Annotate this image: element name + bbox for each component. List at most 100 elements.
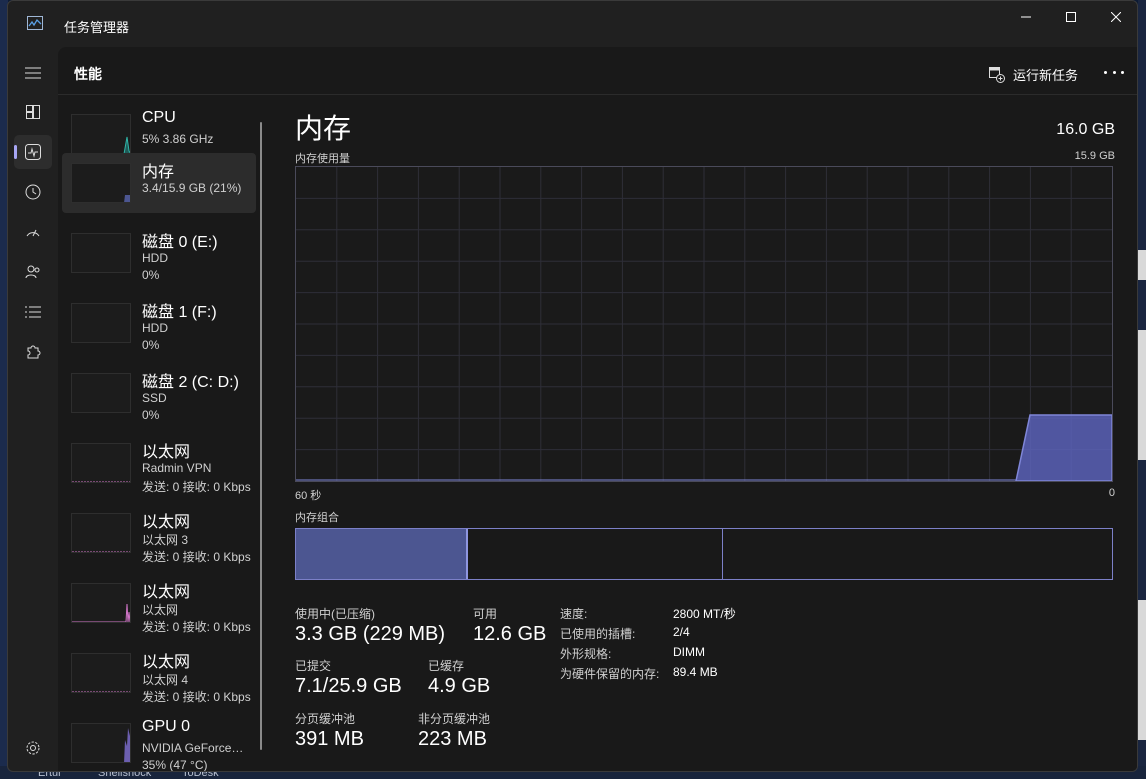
nav-details[interactable] [14, 295, 52, 329]
device-thumb-svg [72, 374, 131, 413]
maximize-icon [1066, 12, 1076, 22]
more-options-button[interactable] [1104, 65, 1124, 79]
device-thumb-graph [71, 583, 131, 623]
page-title: 性能 [74, 66, 102, 82]
settings-gear-icon [26, 741, 40, 755]
nav-app-history[interactable] [14, 175, 52, 209]
run-task-icon [989, 66, 1005, 83]
page-header: 性能 运行新任务 [58, 47, 1137, 95]
more-icon [1104, 70, 1107, 74]
nonpaged-pool-value: 223 MB [418, 728, 487, 750]
in-use-value: 3.3 GB (229 MB) [295, 623, 446, 645]
device-detail: HDD [142, 321, 168, 335]
device-item-ethernet-radmin[interactable]: 以太网 Radmin VPN 发送: 0 接收: 0 Kbps [62, 433, 256, 494]
device-item-memory[interactable]: 内存 3.4/15.9 GB (21%) [62, 153, 256, 213]
task-manager-window: 任务管理器 性能 运行新任务 CPU 5% 3.86 GHz 内存 3.4/15… [7, 0, 1138, 772]
device-name: 内存 [142, 164, 175, 181]
paged-pool-label: 分页缓冲池 [295, 712, 356, 726]
nav-startup-apps[interactable] [14, 215, 52, 249]
close-button[interactable] [1093, 1, 1137, 33]
device-thumb-graph [71, 723, 131, 763]
title-bar[interactable]: 任务管理器 [8, 1, 1137, 47]
device-detail: 以太网 [142, 603, 179, 617]
memory-detail-panel: 内存 16.0 GB 内存使用量 15.9 GB 60 秒 0 内存组合 使用中… [295, 107, 1115, 767]
memory-usage-graph [295, 166, 1113, 482]
task-manager-app-icon [27, 16, 43, 30]
users-icon [25, 265, 40, 279]
spec-reserved-key: 为硬件保留的内存: [560, 667, 660, 681]
device-detail-2: 发送: 0 接收: 0 Kbps [142, 550, 251, 564]
services-puzzle-icon [27, 345, 41, 359]
spec-form-factor-key: 外形规格: [560, 647, 612, 661]
device-thumb-svg [124, 728, 130, 762]
spec-speed-key: 速度: [560, 607, 588, 621]
device-detail-2: 0% [142, 268, 160, 282]
device-list-scrollbar[interactable] [260, 122, 262, 750]
device-thumb-svg [124, 195, 130, 202]
maximize-button[interactable] [1048, 1, 1094, 33]
minimize-icon [1021, 16, 1031, 18]
spec-speed-value: 2800 MT/秒 [673, 607, 736, 621]
run-new-task-button[interactable]: 运行新任务 [989, 65, 1078, 84]
device-item-ethernet-3[interactable]: 以太网 以太网 3 发送: 0 接收: 0 Kbps [62, 503, 256, 564]
device-thumb-svg [72, 551, 130, 552]
device-detail: Radmin VPN [142, 461, 212, 475]
device-item-ethernet[interactable]: 以太网 以太网 发送: 0 接收: 0 Kbps [62, 573, 256, 634]
device-item-ethernet-4[interactable]: 以太网 以太网 4 发送: 0 接收: 0 Kbps [62, 643, 256, 704]
device-thumb-svg [72, 481, 130, 482]
graph-axis-right: 0 [1108, 487, 1115, 499]
cached-label: 已缓存 [428, 659, 465, 673]
device-item-disk-0[interactable]: 磁盘 0 (E:) HDD 0% [62, 223, 256, 283]
history-icon [25, 184, 41, 200]
desktop-right-edge [1138, 0, 1146, 779]
device-thumb-svg [123, 136, 130, 153]
cached-value: 4.9 GB [428, 675, 491, 697]
device-name: 以太网 [142, 654, 191, 671]
hamburger-icon [25, 67, 41, 79]
hamburger-menu-button[interactable] [14, 56, 52, 90]
device-name: 以太网 [142, 514, 191, 531]
device-detail-2: 发送: 0 接收: 0 Kbps [142, 480, 251, 494]
device-detail-2: 0% [142, 338, 160, 352]
device-name: CPU [142, 109, 176, 126]
device-item-disk-2[interactable]: 磁盘 2 (C: D:) SSD 0% [62, 363, 256, 423]
device-name: 磁盘 1 (F:) [142, 304, 217, 321]
device-thumb-graph [71, 513, 131, 553]
device-name: 以太网 [142, 584, 191, 601]
device-name: 以太网 [142, 444, 191, 461]
device-thumb-graph [71, 373, 131, 413]
nav-users[interactable] [14, 255, 52, 289]
nav-processes[interactable] [14, 95, 52, 129]
window-title: 任务管理器 [64, 20, 130, 35]
composition-label: 内存组合 [295, 512, 339, 524]
run-new-task-label: 运行新任务 [1013, 68, 1079, 83]
device-thumb-svg [72, 603, 130, 622]
available-value: 12.6 GB [473, 623, 547, 645]
detail-title: 内存 [295, 113, 352, 144]
device-item-disk-1[interactable]: 磁盘 1 (F:) HDD 0% [62, 293, 256, 353]
device-name: 磁盘 2 (C: D:) [142, 374, 239, 391]
nav-settings[interactable] [14, 731, 52, 765]
device-detail: NVIDIA GeForce… [142, 741, 244, 755]
device-item-gpu-0[interactable]: GPU 0 NVIDIA GeForce… 35% (47 °C) [62, 713, 256, 771]
processes-icon [26, 105, 40, 119]
device-detail-2: 0% [142, 408, 160, 422]
nav-rail [8, 47, 58, 771]
nav-services[interactable] [14, 335, 52, 369]
device-thumb-svg [72, 234, 131, 273]
paged-pool-value: 391 MB [295, 728, 364, 750]
committed-label: 已提交 [295, 659, 332, 673]
minimize-button[interactable] [1003, 1, 1049, 33]
nonpaged-pool-label: 非分页缓冲池 [418, 712, 491, 726]
startup-gauge-icon [26, 229, 40, 237]
composition-in-use-segment [296, 529, 468, 579]
device-detail-2: 发送: 0 接收: 0 Kbps [142, 690, 251, 704]
spec-slots-key: 已使用的插槽: [560, 627, 636, 641]
device-thumb-svg [72, 691, 130, 692]
device-thumb-graph [71, 114, 131, 154]
close-icon [1111, 12, 1121, 22]
device-detail: HDD [142, 251, 168, 265]
spec-slots-value: 2/4 [673, 625, 690, 639]
nav-performance[interactable] [14, 135, 52, 169]
available-label: 可用 [473, 607, 498, 621]
